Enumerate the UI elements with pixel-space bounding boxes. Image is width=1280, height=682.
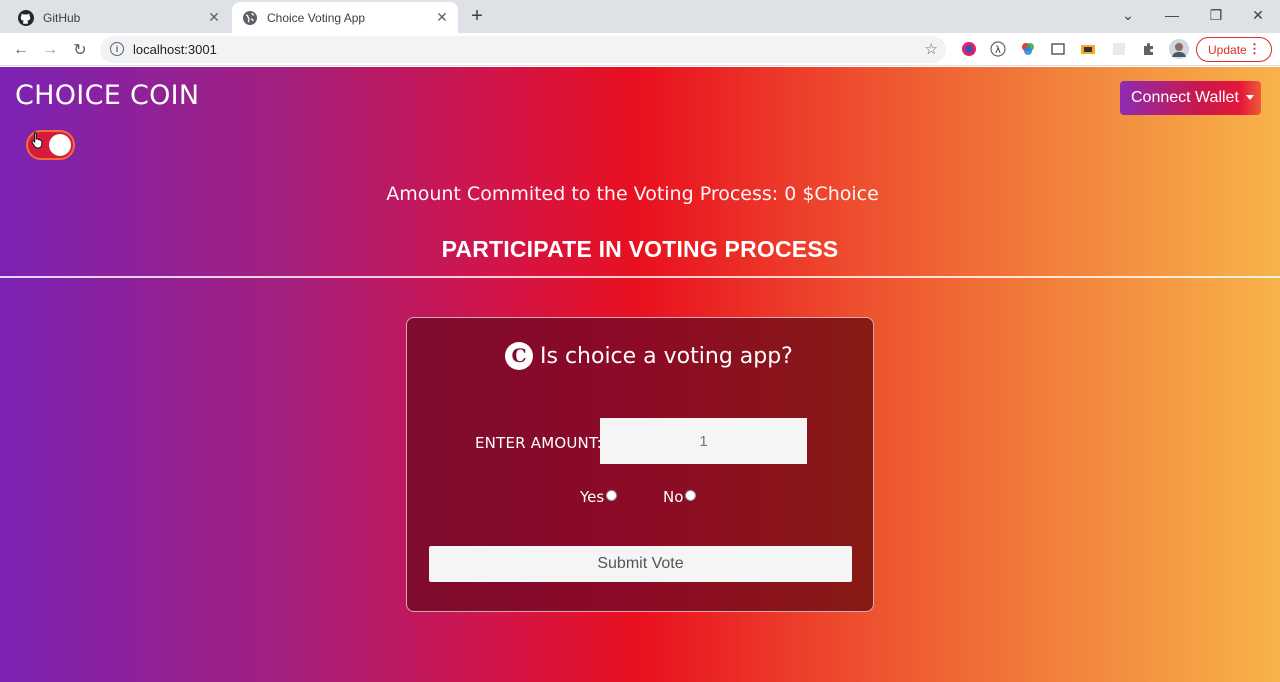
- submit-vote-button[interactable]: Submit Vote: [429, 546, 852, 582]
- yes-option[interactable]: Yes: [580, 488, 618, 506]
- toggle-knob: [49, 134, 71, 156]
- reload-button[interactable]: ↻: [67, 37, 93, 63]
- amount-input[interactable]: [600, 418, 807, 464]
- color-picker-extension-icon[interactable]: [960, 40, 978, 58]
- close-window-button[interactable]: ✕: [1236, 0, 1280, 30]
- lambda-extension-icon[interactable]: λ: [989, 40, 1007, 58]
- address-bar[interactable]: i localhost:3001 ☆: [100, 36, 946, 63]
- svg-text:λ: λ: [995, 45, 1001, 56]
- update-label: Update: [1208, 42, 1247, 57]
- puzzle-extensions-icon[interactable]: [1140, 40, 1158, 58]
- profile-avatar[interactable]: [1169, 39, 1189, 59]
- minimize-button[interactable]: —: [1150, 0, 1194, 30]
- choice-coin-icon: C: [505, 342, 533, 370]
- amount-committed-text: Amount Commited to the Voting Process: 0…: [386, 183, 879, 205]
- info-icon[interactable]: i: [110, 42, 124, 56]
- question-header: C Is choice a voting app?: [505, 342, 793, 370]
- no-radio[interactable]: [685, 489, 697, 501]
- restore-button[interactable]: ❐: [1194, 0, 1238, 30]
- tab-github[interactable]: GitHub ✕: [8, 2, 230, 33]
- back-button[interactable]: ←: [8, 37, 34, 63]
- no-option[interactable]: No: [663, 488, 697, 506]
- globe-icon: [242, 10, 258, 26]
- forward-button[interactable]: →: [37, 37, 63, 63]
- github-icon: [18, 9, 34, 26]
- tab-choice-voting[interactable]: Choice Voting App ✕: [232, 2, 458, 33]
- screenshot-extension-icon[interactable]: [1049, 40, 1067, 58]
- divider: [0, 276, 1280, 278]
- folder-extension-icon[interactable]: [1079, 40, 1097, 58]
- connect-wallet-button[interactable]: Connect Wallet: [1120, 81, 1261, 115]
- tab-title: GitHub: [43, 10, 81, 25]
- section-title: PARTICIPATE IN VOTING PROCESS: [441, 236, 839, 262]
- new-tab-button[interactable]: +: [466, 5, 488, 27]
- tab-title: Choice Voting App: [267, 10, 366, 25]
- no-label: No: [663, 488, 684, 506]
- bookmark-star-icon[interactable]: ☆: [925, 40, 938, 58]
- update-button[interactable]: Update ⋮: [1196, 37, 1272, 62]
- yes-label: Yes: [580, 488, 605, 506]
- connect-wallet-label: Connect Wallet: [1131, 89, 1239, 106]
- url-text: localhost:3001: [133, 42, 217, 57]
- question-text: Is choice a voting app?: [540, 343, 793, 369]
- close-tab-icon[interactable]: ✕: [432, 8, 452, 28]
- voting-card: C Is choice a voting app? ENTER AMOUNT: …: [406, 317, 874, 612]
- grid-extension-icon[interactable]: [1110, 40, 1128, 58]
- browser-toolbar: ← → ↻ i localhost:3001 ☆ λ Update ⋮: [0, 33, 1280, 66]
- hand-cursor-icon: [31, 131, 43, 149]
- chevron-down-icon[interactable]: ⌄: [1106, 0, 1150, 30]
- palette-extension-icon[interactable]: [1019, 40, 1037, 58]
- page-content: CHOICE COIN Connect Wallet Amount Commit…: [0, 67, 1280, 682]
- caret-down-icon: [1245, 94, 1254, 100]
- brand-title: CHOICE COIN: [15, 80, 200, 111]
- close-tab-icon[interactable]: ✕: [204, 8, 224, 28]
- enter-amount-label: ENTER AMOUNT:: [475, 434, 602, 452]
- yes-radio[interactable]: [606, 489, 618, 501]
- more-menu-icon[interactable]: ⋮: [1248, 42, 1261, 56]
- browser-tabstrip: GitHub ✕ Choice Voting App ✕ + ⌄ — ❐ ✕: [0, 0, 1280, 33]
